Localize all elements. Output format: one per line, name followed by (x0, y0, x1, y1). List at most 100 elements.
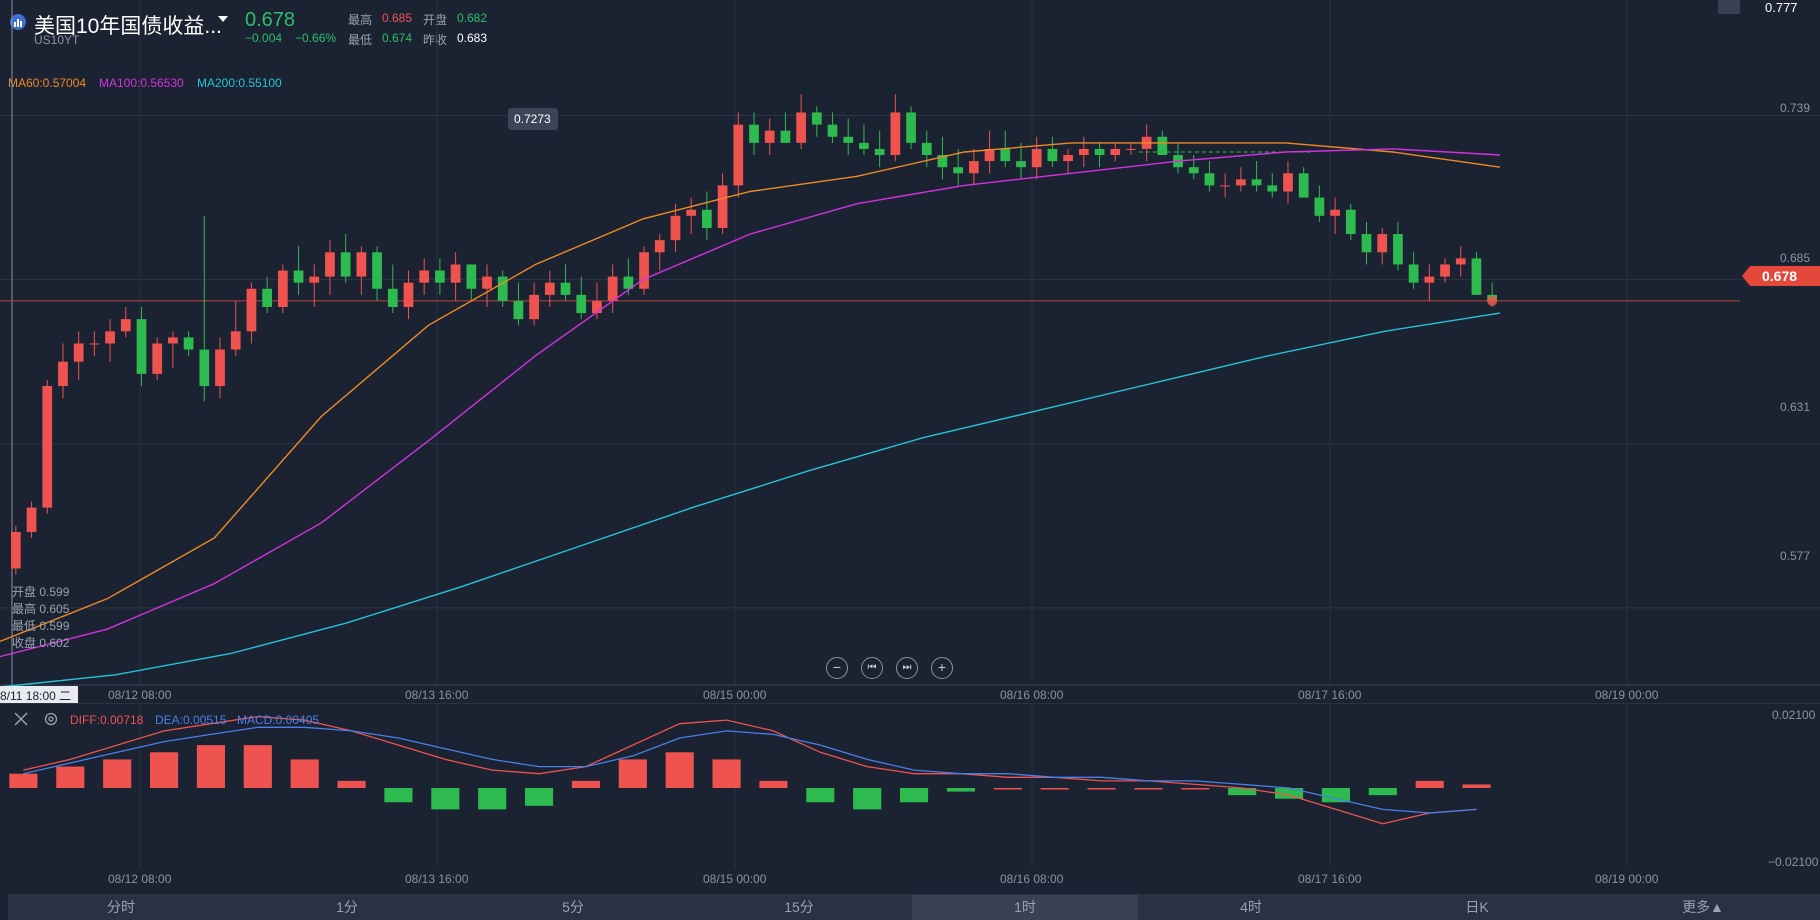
macd-bar-23 (1087, 788, 1116, 790)
macd-bar-21 (993, 788, 1022, 790)
macd-bar-28 (1321, 788, 1350, 803)
candle-body-8 (136, 319, 147, 374)
macd-bar-29 (1368, 788, 1397, 796)
candle-body-78 (1235, 179, 1246, 186)
tab-4hour[interactable]: 4时 (1138, 895, 1364, 920)
candle-body-28 (450, 264, 461, 283)
candle-body-30 (482, 276, 492, 289)
jump-start-button[interactable]: ⏮ (861, 657, 883, 679)
candle-body-71 (1126, 148, 1136, 150)
candle-body-90 (1424, 276, 1435, 283)
tab-daily[interactable]: 日K (1364, 895, 1590, 920)
time-tick-main-5: 08/19 00:00 (1595, 688, 1659, 702)
macd-bar-12 (571, 780, 600, 788)
macd-bar-8 (384, 788, 413, 803)
candle-body-91 (1440, 264, 1450, 277)
candle-body-38 (607, 276, 618, 301)
candle-body-51 (811, 112, 822, 125)
candle-body-10 (168, 337, 178, 344)
macd-bar-17 (806, 788, 835, 803)
macd-bar-24 (1134, 788, 1163, 790)
macd-bar-15 (712, 759, 741, 788)
candle-body-33 (529, 294, 539, 320)
candle-body-86 (1361, 234, 1372, 253)
candle-body-40 (639, 252, 649, 289)
candle-body-83 (1314, 197, 1325, 216)
candle-body-53 (843, 136, 854, 143)
tab-1hour[interactable]: 1时 (912, 895, 1138, 920)
candle-body-32 (513, 300, 524, 320)
candle-body-67 (1063, 155, 1073, 162)
price-tick-2: 0.631 (1780, 400, 1811, 414)
macd-bar-19 (900, 788, 929, 803)
close-icon[interactable] (14, 712, 28, 726)
candle-body-11 (183, 337, 194, 350)
candle-body-69 (1094, 148, 1105, 156)
candle-body-35 (560, 282, 571, 295)
macd-bar-30 (1415, 780, 1444, 788)
candle-body-25 (403, 282, 414, 308)
candle-body-75 (1188, 167, 1199, 174)
macd-chart[interactable] (0, 703, 1820, 873)
candle-body-18 (293, 270, 304, 283)
ohlc-low: 最低 0.599 (12, 619, 70, 633)
candle-body-20 (325, 252, 335, 277)
tab-1min[interactable]: 1分 (234, 895, 460, 920)
price-tick-3: 0.577 (1780, 549, 1811, 563)
candle-body-36 (576, 294, 587, 314)
candle-body-76 (1204, 173, 1215, 186)
candle-body-9 (152, 343, 163, 374)
zoom-out-button[interactable]: − (826, 657, 848, 679)
time-tick-main-4: 08/17 16:00 (1298, 688, 1362, 702)
crosshair-time: 8/11 18:00 二 (0, 689, 72, 703)
price-chart[interactable] (0, 0, 1820, 690)
candle-body-89 (1408, 264, 1419, 283)
candle-body-16 (262, 288, 273, 308)
ma60-line (0, 142, 1501, 643)
chart-app: 美国10年国债收益... US10YT 0.678 −0.004 −0.66% … (0, 0, 1820, 920)
candle-body-14 (230, 331, 241, 350)
macd-bar-0 (9, 773, 38, 788)
candle-body-66 (1047, 148, 1058, 162)
gear-icon[interactable] (44, 712, 58, 726)
macd-value-legend: MACD:0.00405 (237, 713, 320, 727)
tab-5min[interactable]: 5分 (460, 895, 686, 920)
candle-body-31 (497, 276, 508, 301)
candle-body-3 (58, 361, 68, 387)
macd-axis-bottom: −0.02100 (1768, 855, 1819, 869)
candle-body-60 (953, 167, 964, 174)
candle-body-15 (246, 288, 257, 332)
candle-body-46 (733, 124, 744, 186)
macd-bar-22 (1040, 788, 1069, 790)
candle-body-92 (1455, 258, 1466, 265)
candle-body-85 (1345, 209, 1356, 235)
last-price-dot (1487, 295, 1498, 306)
tab-15min[interactable]: 15分 (686, 895, 912, 920)
candle-body-80 (1267, 185, 1278, 192)
zoom-in-button[interactable]: + (931, 657, 953, 679)
macd-bar-10 (478, 788, 507, 810)
macd-bar-3 (150, 752, 179, 788)
candle-body-87 (1377, 234, 1388, 253)
macd-bar-6 (290, 759, 319, 788)
candle-body-47 (749, 124, 759, 143)
candle-body-88 (1393, 234, 1403, 265)
macd-bar-16 (759, 780, 788, 788)
candle-body-49 (780, 130, 791, 143)
macd-dea-legend: DEA:0.00515 (155, 713, 227, 727)
macd-bar-5 (243, 745, 272, 788)
candle-body-79 (1251, 179, 1262, 186)
jump-end-button[interactable]: ⏭ (896, 657, 918, 679)
candle-body-22 (356, 252, 367, 277)
tab-fenshi[interactable]: 分时 (8, 895, 234, 920)
ma200-line (0, 312, 1501, 688)
candle-body-1 (26, 507, 37, 532)
candle-body-48 (764, 130, 775, 143)
macd-bar-1 (56, 766, 85, 788)
macd-bar-18 (853, 788, 882, 810)
candle-body-64 (1016, 161, 1026, 168)
macd-bar-7 (337, 780, 366, 788)
candle-body-50 (796, 112, 806, 143)
tab-more[interactable]: 更多▲ (1590, 895, 1816, 920)
candle-body-34 (544, 282, 555, 295)
